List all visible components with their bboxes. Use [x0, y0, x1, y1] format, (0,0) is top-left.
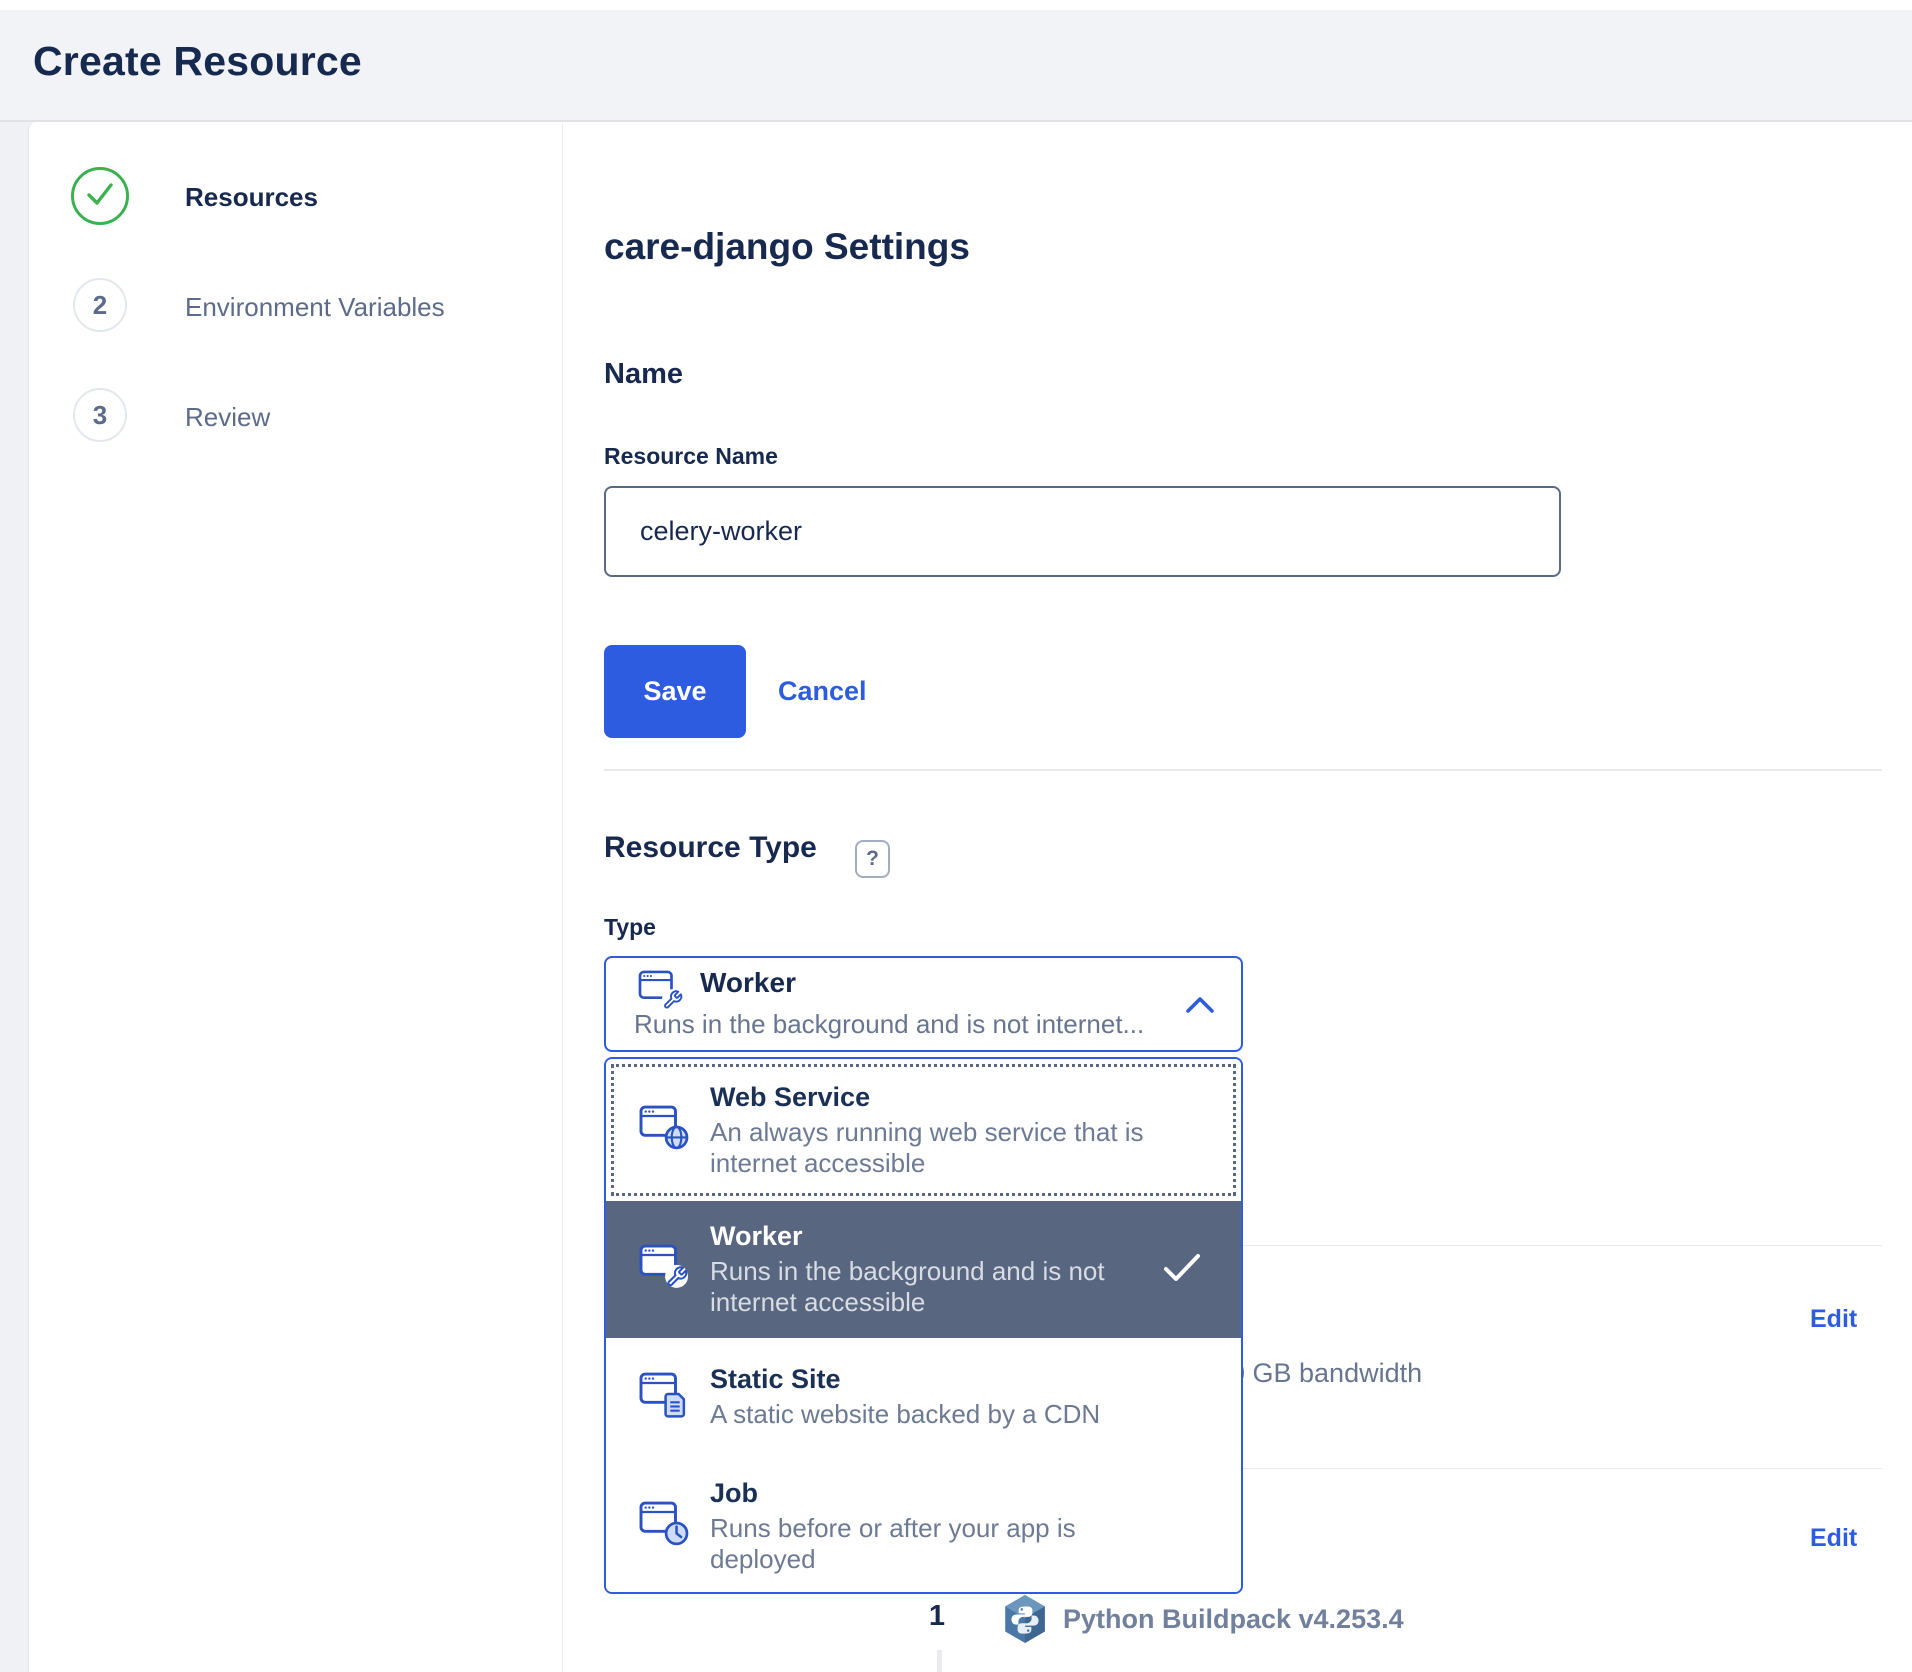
browser-wrench-icon: [638, 1244, 690, 1295]
dropdown-option-worker[interactable]: Worker Runs in the background and is not…: [606, 1201, 1241, 1338]
option-description: Runs in the background and is not intern…: [710, 1256, 1180, 1318]
buildpack-name: Python Buildpack v4.253.4: [1063, 1604, 1404, 1635]
cancel-button[interactable]: Cancel: [778, 645, 867, 738]
buildpack-index: 1: [924, 1600, 950, 1633]
step-number: 3: [93, 400, 107, 431]
timeline-connector: [937, 1650, 942, 1672]
resource-name-label: Resource Name: [604, 443, 778, 470]
dropdown-option-static-site[interactable]: Static Site A static website backed by a…: [606, 1338, 1241, 1456]
browser-document-icon: [638, 1372, 690, 1423]
bandwidth-text: 0 GB bandwidth: [1230, 1358, 1422, 1389]
sidebar-item-review[interactable]: Review: [185, 402, 270, 433]
option-description: An always running web service that is in…: [710, 1117, 1180, 1179]
check-icon: [85, 181, 115, 212]
browser-globe-icon: [638, 1105, 690, 1156]
name-section-heading: Name: [604, 358, 683, 391]
resource-type-heading: Resource Type: [604, 831, 817, 865]
option-title: Worker: [710, 1221, 1180, 1252]
dropdown-option-job[interactable]: Job Runs before or after your app is dep…: [606, 1456, 1241, 1594]
help-icon[interactable]: ?: [855, 840, 890, 878]
top-edge-strip: [0, 0, 1912, 10]
selected-check-icon: [1163, 1253, 1201, 1287]
resource-type-select[interactable]: Worker Runs in the background and is not…: [604, 956, 1243, 1052]
step-resources-indicator[interactable]: [71, 167, 129, 225]
resource-name-input[interactable]: [604, 486, 1561, 577]
sidebar-item-environment-variables[interactable]: Environment Variables: [185, 292, 445, 323]
chevron-up-icon: [1185, 996, 1215, 1020]
browser-clock-icon: [638, 1501, 690, 1552]
selected-type-description: Runs in the background and is not intern…: [634, 1009, 1144, 1040]
sidebar-item-resources[interactable]: Resources: [185, 182, 318, 213]
dropdown-option-web-service[interactable]: Web Service An always running web servic…: [606, 1059, 1241, 1201]
resource-type-dropdown: Web Service An always running web servic…: [604, 1057, 1243, 1594]
option-title: Web Service: [710, 1082, 1180, 1113]
option-title: Static Site: [710, 1364, 1180, 1395]
steps-content-divider: [562, 124, 563, 1672]
save-button[interactable]: Save: [604, 645, 746, 738]
edit-resource-link[interactable]: Edit: [1810, 1305, 1870, 1334]
option-description: Runs before or after your app is deploye…: [710, 1513, 1180, 1575]
selected-type-title: Worker: [700, 967, 796, 999]
python-buildpack-icon: [1002, 1594, 1048, 1649]
step-number: 2: [93, 290, 107, 321]
settings-heading: care-django Settings: [604, 226, 970, 268]
type-label: Type: [604, 914, 656, 941]
option-description: A static website backed by a CDN: [710, 1399, 1180, 1430]
step-review-indicator[interactable]: 3: [73, 388, 127, 442]
edit-resource-link[interactable]: Edit: [1810, 1524, 1870, 1553]
page-title: Create Resource: [33, 38, 362, 85]
option-title: Job: [710, 1478, 1180, 1509]
step-env-vars-indicator[interactable]: 2: [73, 278, 127, 332]
section-divider: [604, 769, 1882, 771]
